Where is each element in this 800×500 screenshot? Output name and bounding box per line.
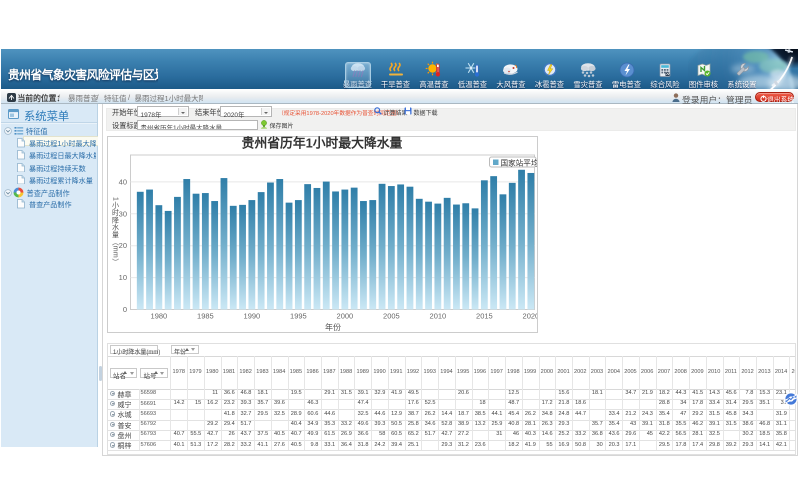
- svg-text:1990: 1990: [244, 312, 261, 321]
- svg-text:0: 0: [123, 305, 127, 314]
- svg-text:贵州省历年1小时最大降水量: 贵州省历年1小时最大降水量: [242, 136, 403, 151]
- svg-text:10: 10: [119, 273, 127, 282]
- svg-text:年份: 年份: [325, 322, 341, 332]
- svg-text:2015: 2015: [476, 312, 493, 321]
- svg-text:2010: 2010: [430, 312, 447, 321]
- svg-text:1985: 1985: [197, 312, 214, 321]
- svg-text:2000: 2000: [337, 312, 354, 321]
- svg-text:1980: 1980: [151, 312, 168, 321]
- svg-text:20: 20: [119, 241, 127, 250]
- svg-text:2005: 2005: [383, 312, 400, 321]
- svg-text:2020: 2020: [523, 312, 537, 321]
- svg-text:40: 40: [119, 177, 127, 186]
- svg-text:1995: 1995: [290, 312, 307, 321]
- svg-text:国家站平均: 国家站平均: [501, 158, 538, 168]
- svg-text:30: 30: [119, 209, 127, 218]
